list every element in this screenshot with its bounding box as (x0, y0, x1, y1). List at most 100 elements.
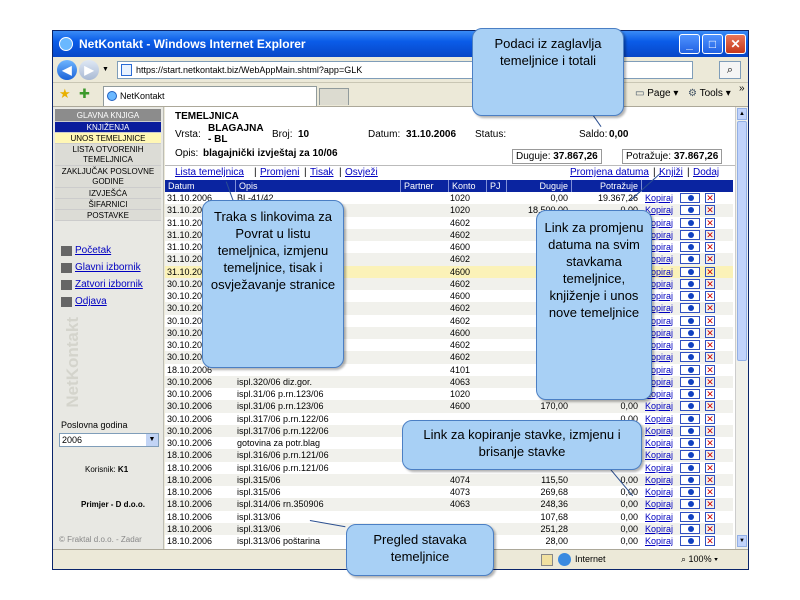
delete-row-icon[interactable]: ✕ (705, 474, 715, 485)
edit-row-icon[interactable] (680, 315, 700, 326)
scroll-down-icon[interactable]: ▼ (737, 535, 747, 547)
delete-row-icon[interactable]: ✕ (705, 389, 715, 399)
edit-row-icon[interactable] (680, 536, 700, 546)
dodaj-link[interactable]: Dodaj (693, 167, 719, 178)
back-button[interactable]: ◀ (57, 60, 77, 80)
kopiraj-link[interactable]: Kopiraj (645, 474, 673, 486)
delete-row-icon[interactable]: ✕ (705, 242, 715, 252)
edit-row-icon[interactable] (680, 254, 700, 265)
sidebar-link-zatvori-izbornik[interactable]: Zatvori izbornik (61, 279, 143, 290)
delete-row-icon[interactable]: ✕ (705, 425, 715, 436)
delete-row-icon[interactable]: ✕ (705, 254, 715, 265)
delete-row-icon[interactable]: ✕ (705, 523, 715, 534)
edit-row-icon[interactable] (680, 217, 700, 228)
edit-row-icon[interactable] (680, 193, 700, 203)
kopiraj-link[interactable]: Kopiraj (645, 511, 673, 523)
delete-row-icon[interactable]: ✕ (705, 340, 715, 350)
menu-item-izvješća[interactable]: IZVJEŠĆA (55, 188, 161, 199)
delete-row-icon[interactable]: ✕ (705, 266, 715, 277)
kopiraj-link[interactable]: Kopiraj (645, 413, 673, 425)
edit-row-icon[interactable] (680, 450, 700, 461)
delete-row-icon[interactable]: ✕ (705, 278, 715, 289)
sidebar-link-glavni-izbornik[interactable]: Glavni izbornik (61, 262, 141, 273)
edit-row-icon[interactable] (680, 278, 700, 289)
kopiraj-link[interactable]: Kopiraj (645, 462, 673, 474)
sidebar-link-pocetak[interactable]: Početak (61, 245, 111, 256)
delete-row-icon[interactable]: ✕ (705, 462, 715, 473)
delete-row-icon[interactable]: ✕ (705, 291, 715, 301)
menu-item-lista-otvorenih-temeljnica[interactable]: LISTA OTVORENIH TEMELJNICA (55, 144, 161, 166)
delete-row-icon[interactable]: ✕ (705, 450, 715, 461)
edit-row-icon[interactable] (680, 425, 700, 436)
knjizi-link[interactable]: Knjiži (659, 167, 683, 178)
kopiraj-link[interactable]: Kopiraj (645, 437, 673, 449)
promjena-datuma-link[interactable]: Promjena datuma (570, 167, 649, 178)
toolbar-overflow[interactable]: » (739, 83, 745, 94)
osvjezi-link[interactable]: Osvježi (345, 167, 378, 178)
edit-row-icon[interactable] (680, 474, 700, 485)
delete-row-icon[interactable]: ✕ (705, 438, 715, 448)
add-favorites-icon[interactable]: ✚ (79, 86, 90, 102)
scroll-thumb[interactable] (737, 121, 747, 361)
tisak-link[interactable]: Tisak (310, 167, 334, 178)
delete-row-icon[interactable]: ✕ (705, 413, 715, 424)
search-icon[interactable]: ⌕ (719, 61, 741, 79)
vertical-scrollbar[interactable]: ▲ ▼ (735, 107, 748, 549)
kopiraj-link[interactable]: Kopiraj (645, 449, 673, 461)
edit-row-icon[interactable] (680, 266, 700, 277)
delete-row-icon[interactable]: ✕ (705, 536, 715, 546)
kopiraj-link[interactable]: Kopiraj (645, 400, 673, 412)
lista-temeljnica-link[interactable]: Lista temeljnica (175, 167, 244, 178)
delete-row-icon[interactable]: ✕ (705, 511, 715, 522)
edit-row-icon[interactable] (680, 523, 700, 534)
edit-row-icon[interactable] (680, 291, 700, 301)
menu-item-šifarnici[interactable]: ŠIFARNICI (55, 199, 161, 210)
kopiraj-link[interactable]: Kopiraj (645, 192, 673, 204)
favorites-star-icon[interactable]: ★ (59, 86, 71, 102)
kopiraj-link[interactable]: Kopiraj (645, 486, 673, 498)
delete-row-icon[interactable]: ✕ (705, 229, 715, 240)
edit-row-icon[interactable] (680, 438, 700, 448)
new-tab-button[interactable] (319, 88, 349, 105)
edit-row-icon[interactable] (680, 327, 700, 338)
delete-row-icon[interactable]: ✕ (705, 205, 715, 216)
delete-row-icon[interactable]: ✕ (705, 193, 715, 203)
menu-item-glavna-knjiga[interactable]: GLAVNA KNJIGA (55, 109, 161, 122)
edit-row-icon[interactable] (680, 389, 700, 399)
menu-item-knjiženja[interactable]: KNJIŽENJA (55, 122, 161, 133)
delete-row-icon[interactable]: ✕ (705, 327, 715, 338)
promjeni-link[interactable]: Promjeni (260, 167, 299, 178)
edit-row-icon[interactable] (680, 340, 700, 350)
page-menu[interactable]: ▭ Page ▾ (635, 88, 678, 99)
edit-row-icon[interactable] (680, 401, 700, 412)
delete-row-icon[interactable]: ✕ (705, 315, 715, 326)
delete-row-icon[interactable]: ✕ (705, 352, 715, 363)
edit-row-icon[interactable] (680, 413, 700, 424)
tab-netkontakt[interactable]: NetKontakt (103, 86, 317, 106)
kopiraj-link[interactable]: Kopiraj (645, 425, 673, 437)
sidebar-link-odjava[interactable]: Odjava (61, 296, 107, 307)
edit-row-icon[interactable] (680, 242, 700, 252)
maximize-button[interactable]: □ (702, 34, 723, 54)
delete-row-icon[interactable]: ✕ (705, 487, 715, 497)
edit-row-icon[interactable] (680, 376, 700, 387)
edit-row-icon[interactable] (680, 352, 700, 363)
delete-row-icon[interactable]: ✕ (705, 303, 715, 314)
kopiraj-link[interactable]: Kopiraj (645, 535, 673, 547)
scroll-up-icon[interactable]: ▲ (737, 108, 747, 120)
edit-row-icon[interactable] (680, 499, 700, 510)
zoom-level[interactable]: ⌕ 100% ▾ (681, 554, 718, 565)
edit-row-icon[interactable] (680, 205, 700, 216)
delete-row-icon[interactable]: ✕ (705, 217, 715, 228)
edit-row-icon[interactable] (680, 462, 700, 473)
delete-row-icon[interactable]: ✕ (705, 364, 715, 375)
menu-item-postavke[interactable]: POSTAVKE (55, 210, 161, 221)
delete-row-icon[interactable]: ✕ (705, 401, 715, 412)
history-dropdown-icon[interactable]: ▼ (102, 66, 109, 73)
edit-row-icon[interactable] (680, 487, 700, 497)
delete-row-icon[interactable]: ✕ (705, 376, 715, 387)
edit-row-icon[interactable] (680, 511, 700, 522)
edit-row-icon[interactable] (680, 229, 700, 240)
forward-button[interactable]: ▶ (79, 60, 99, 80)
minimize-button[interactable]: _ (679, 34, 700, 54)
